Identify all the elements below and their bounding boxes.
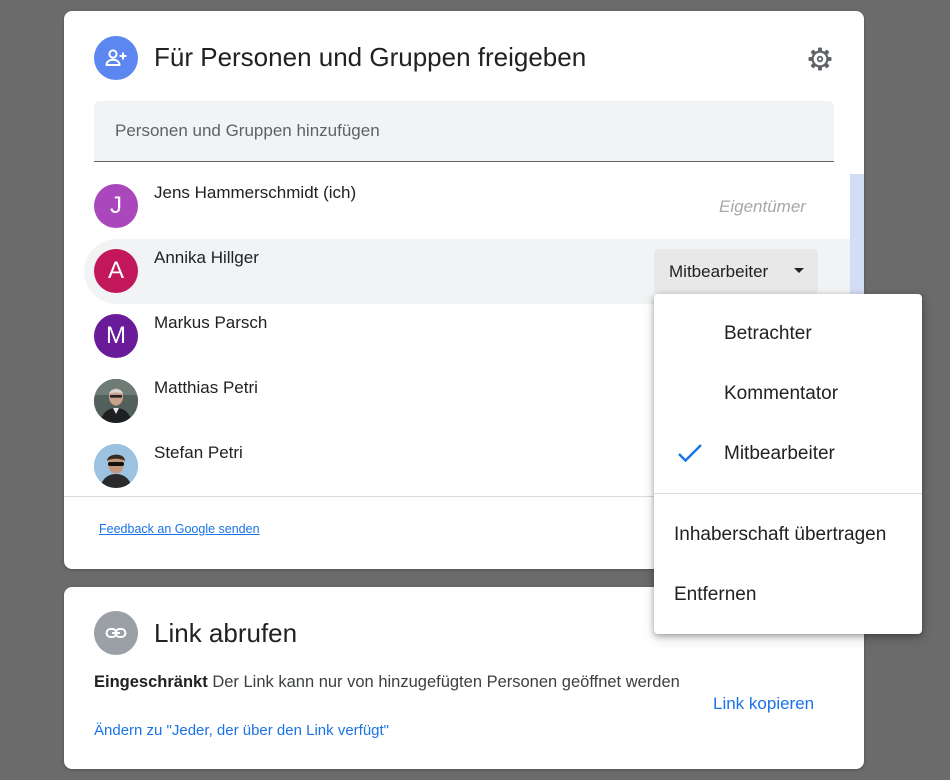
menu-item-transfer-ownership[interactable]: Inhaberschaft übertragen <box>654 507 922 563</box>
copy-link-button[interactable]: Link kopieren <box>713 694 814 714</box>
role-menu: Betrachter Kommentator Mitbearbeiter Inh… <box>654 294 922 634</box>
add-person-icon <box>94 36 138 80</box>
link-icon <box>94 611 138 655</box>
share-dialog-title: Für Personen und Gruppen freigeben <box>154 42 587 72</box>
access-description-text: Der Link kann nur von hinzugefügten Pers… <box>212 673 680 691</box>
avatar: A <box>94 249 138 293</box>
role-menu-item-viewer[interactable]: Betrachter <box>654 306 922 362</box>
link-dialog-title: Link abrufen <box>154 618 298 648</box>
add-people-field[interactable] <box>94 101 834 162</box>
role-dropdown-button[interactable]: Mitbearbeiter <box>654 249 818 294</box>
person-name: Annika Hillger <box>154 248 259 267</box>
link-access-description: Eingeschränkt Der Link kann nur von hinz… <box>94 670 684 694</box>
menu-item-label: Mitbearbeiter <box>724 443 835 464</box>
avatar: J <box>94 184 138 228</box>
menu-item-label: Betrachter <box>724 323 812 344</box>
person-name: Markus Parsch <box>154 313 268 332</box>
menu-item-label: Inhaberschaft übertragen <box>674 524 887 545</box>
role-dropdown-label: Mitbearbeiter <box>669 261 769 281</box>
menu-divider <box>654 493 922 494</box>
role-menu-item-commenter[interactable]: Kommentator <box>654 366 922 422</box>
menu-item-label: Kommentator <box>724 383 839 404</box>
role-menu-item-editor[interactable]: Mitbearbeiter <box>654 426 922 482</box>
person-row-owner: J Jens Hammerschmidt (ich) Eigentümer <box>84 174 850 239</box>
avatar: M <box>94 314 138 358</box>
owner-role-label: Eigentümer <box>719 197 806 216</box>
change-access-link[interactable]: Ändern zu "Jeder, der über den Link verf… <box>94 722 389 739</box>
menu-item-remove[interactable]: Entfernen <box>654 567 922 623</box>
access-restriction-label: Eingeschränkt <box>94 673 208 691</box>
person-name: Jens Hammerschmidt (ich) <box>154 183 357 202</box>
avatar-photo <box>94 444 138 488</box>
checkmark-icon <box>678 444 702 463</box>
person-name: Matthias Petri <box>154 378 258 397</box>
feedback-link[interactable]: Feedback an Google senden <box>99 522 260 536</box>
avatar-photo <box>94 379 138 423</box>
caret-down-icon <box>794 268 804 273</box>
person-name: Stefan Petri <box>154 443 243 462</box>
add-people-input[interactable] <box>94 101 834 161</box>
menu-item-label: Entfernen <box>674 584 757 605</box>
settings-gear-icon[interactable] <box>806 45 834 73</box>
